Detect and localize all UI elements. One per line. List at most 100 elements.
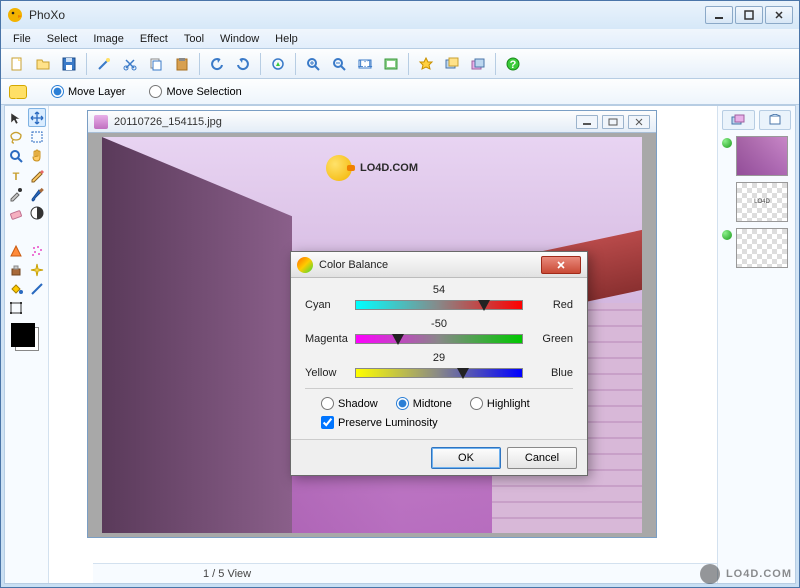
crop-icon[interactable] (266, 52, 290, 76)
zoom-in-icon[interactable] (301, 52, 325, 76)
layer-thumbnail (736, 228, 788, 268)
document-titlebar[interactable]: 20110726_154115.jpg (88, 111, 656, 133)
pencil-icon[interactable] (28, 165, 47, 184)
redo-icon[interactable] (231, 52, 255, 76)
dialog-close-button[interactable] (541, 256, 581, 274)
doc-minimize-button[interactable] (576, 115, 598, 129)
document-icon (94, 115, 108, 129)
cancel-button[interactable]: Cancel (507, 447, 577, 469)
doc-close-button[interactable] (628, 115, 650, 129)
spray-icon[interactable] (28, 241, 47, 260)
tone-shadow-radio[interactable]: Shadow (321, 397, 378, 410)
app-icon (7, 7, 23, 23)
transform-icon[interactable] (7, 298, 26, 317)
layers-tab[interactable] (722, 110, 755, 130)
new-file-icon[interactable] (5, 52, 29, 76)
fill-icon[interactable] (7, 279, 26, 298)
duck-icon (326, 155, 352, 181)
zoom-actual-icon[interactable]: 1:1 (353, 52, 377, 76)
text-icon[interactable]: T (7, 165, 26, 184)
layer-item[interactable] (722, 228, 791, 268)
marquee-icon[interactable] (28, 127, 47, 146)
slider-row: -50MagentaGreen (305, 318, 573, 346)
slider-thumb[interactable] (478, 300, 490, 311)
move-layer-radio[interactable]: Move Layer (51, 85, 125, 98)
line-icon[interactable] (28, 279, 47, 298)
layer-item[interactable] (722, 182, 791, 222)
save-icon[interactable] (57, 52, 81, 76)
preserve-label: Preserve Luminosity (338, 417, 438, 429)
layers-dup-icon[interactable] (440, 52, 464, 76)
ok-button[interactable]: OK (431, 447, 501, 469)
main-toolbar: 1:1? (1, 49, 799, 79)
doc-maximize-button[interactable] (602, 115, 624, 129)
slider-left-label: Yellow (305, 367, 355, 379)
tone-row: Shadow Midtone Highlight (305, 397, 573, 410)
color-balance-dialog: Color Balance 54CyanRed -50MagentaGreen 29… (290, 251, 588, 476)
contrast-icon[interactable] (28, 203, 47, 222)
dialog-title: Color Balance (319, 259, 535, 271)
color-swatch[interactable] (11, 323, 35, 347)
help-icon[interactable]: ? (501, 52, 525, 76)
zoom-out-icon[interactable] (327, 52, 351, 76)
zoom-fit-icon[interactable] (379, 52, 403, 76)
dialog-footer: OK Cancel (291, 439, 587, 475)
menu-effect[interactable]: Effect (132, 31, 176, 47)
cut-icon[interactable] (118, 52, 142, 76)
menu-window[interactable]: Window (212, 31, 267, 47)
open-file-icon[interactable] (31, 52, 55, 76)
close-button[interactable] (765, 6, 793, 24)
tone-highlight-radio[interactable]: Highlight (470, 397, 530, 410)
menu-select[interactable]: Select (39, 31, 86, 47)
tone-label: Highlight (487, 398, 530, 410)
wand-icon[interactable] (92, 52, 116, 76)
menu-tool[interactable]: Tool (176, 31, 212, 47)
paste-icon[interactable] (170, 52, 194, 76)
separator (495, 53, 496, 75)
minimize-button[interactable] (705, 6, 733, 24)
slider-thumb[interactable] (457, 368, 469, 379)
eyedropper-icon[interactable] (7, 184, 26, 203)
brush-icon[interactable] (28, 184, 47, 203)
history-tab[interactable] (759, 110, 792, 130)
slider-right-label: Red (523, 299, 573, 311)
clone-icon[interactable] (7, 260, 26, 279)
tone-midtone-radio[interactable]: Midtone (396, 397, 452, 410)
menu-help[interactable]: Help (267, 31, 306, 47)
menu-file[interactable]: File (5, 31, 39, 47)
menu-image[interactable]: Image (85, 31, 132, 47)
move-selection-radio[interactable]: Move Selection (149, 85, 241, 98)
move-icon[interactable] (28, 108, 47, 127)
separator (260, 53, 261, 75)
layers-panel (717, 106, 795, 583)
slider-track[interactable] (355, 368, 523, 378)
visibility-dot-icon[interactable] (722, 138, 732, 148)
slider-row: 54CyanRed (305, 284, 573, 312)
dialog-titlebar[interactable]: Color Balance (291, 252, 587, 278)
zoom-icon[interactable] (7, 146, 26, 165)
hand-icon[interactable] (28, 146, 47, 165)
layers-icon[interactable] (466, 52, 490, 76)
undo-icon[interactable] (205, 52, 229, 76)
maximize-button[interactable] (735, 6, 763, 24)
slider-track[interactable] (355, 300, 523, 310)
lasso-icon[interactable] (7, 127, 26, 146)
menubar: File Select Image Effect Tool Window Hel… (1, 29, 799, 49)
tooltip-icon (9, 85, 27, 99)
sparkle-icon[interactable] (28, 260, 47, 279)
preserve-luminosity-checkbox[interactable]: Preserve Luminosity (305, 416, 573, 429)
toolbox: T (5, 106, 49, 583)
slider-value: 29 (305, 352, 573, 364)
separator (199, 53, 200, 75)
slider-track[interactable] (355, 334, 523, 344)
layer-item[interactable] (722, 136, 791, 176)
pointer-icon[interactable] (7, 108, 26, 127)
empty-tool (28, 298, 47, 317)
copy-icon[interactable] (144, 52, 168, 76)
shape-icon[interactable] (7, 241, 26, 260)
slider-thumb[interactable] (392, 334, 404, 345)
star-icon[interactable] (414, 52, 438, 76)
eraser-icon[interactable] (7, 203, 26, 222)
visibility-dot-icon[interactable] (722, 230, 732, 240)
dialog-body: 54CyanRed-50MagentaGreen29YellowBlueShad… (291, 278, 587, 439)
